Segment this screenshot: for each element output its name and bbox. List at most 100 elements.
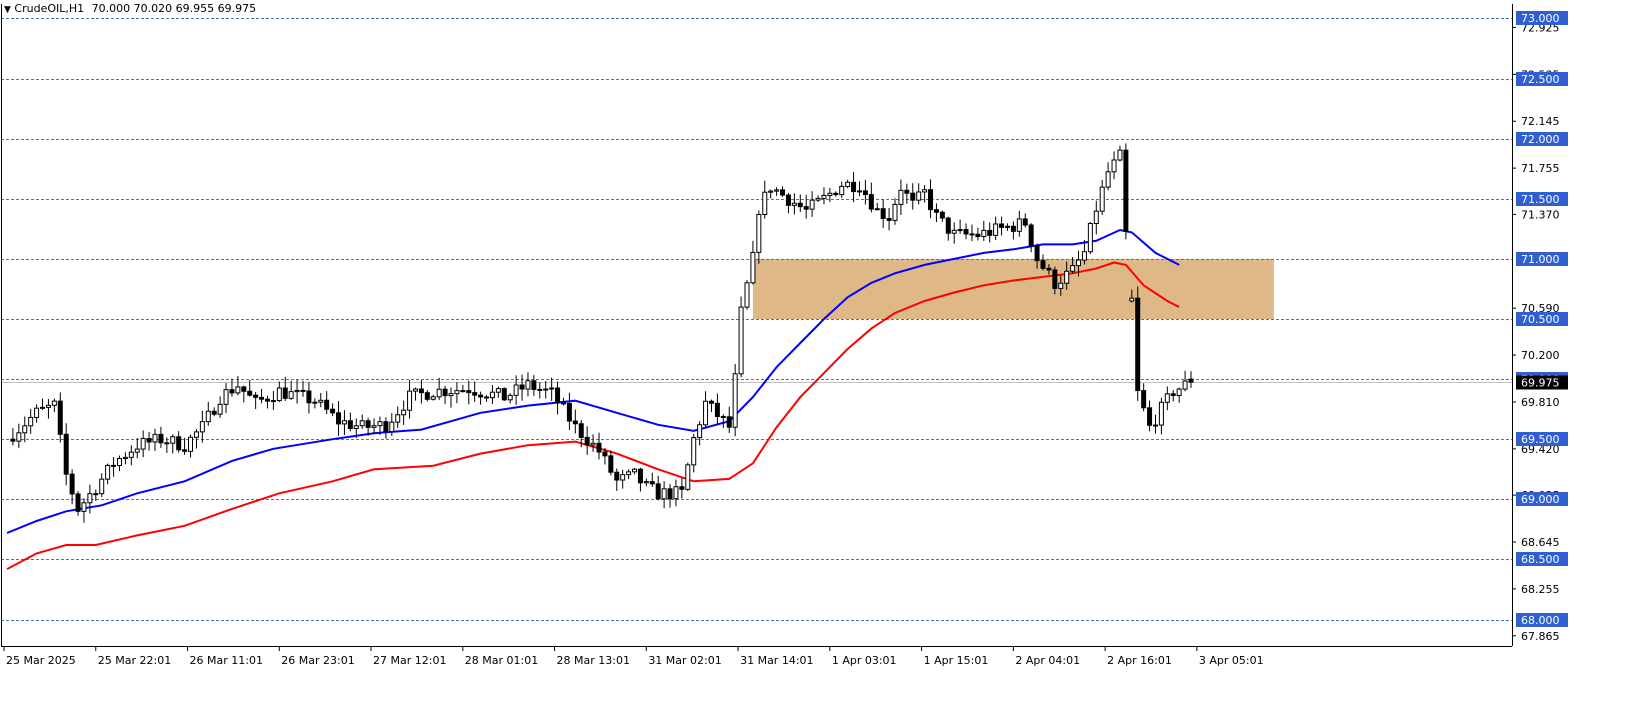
bullish-candle [815,197,821,201]
level-price-label: 69.500 [1521,433,1560,446]
bullish-candle [105,464,111,480]
bearish-candle [928,189,934,211]
bullish-candle [288,391,294,399]
bullish-candle [389,421,395,433]
bullish-candle [821,194,827,199]
bearish-candle [1046,267,1052,271]
bearish-candle [608,455,614,473]
y-tick-label: 68.645 [1521,536,1560,549]
bullish-candle [703,400,709,426]
bullish-candle [454,390,460,395]
bearish-candle [655,483,661,500]
bearish-candle [726,416,732,428]
bullish-candle [525,380,531,390]
bearish-candle [63,433,69,475]
level-price-label: 68.500 [1521,553,1560,566]
bearish-candle [975,233,981,238]
bearish-candle [211,410,217,415]
bearish-candle [75,493,81,512]
bearish-candle [10,438,16,442]
current-price-label: 69.975 [1521,377,1560,390]
x-tick-label: 31 Mar 02:01 [648,654,721,667]
bearish-candle [560,402,566,405]
bullish-candle [1182,380,1188,390]
level-price-label: 71.500 [1521,193,1560,206]
bearish-candle [501,388,507,401]
bullish-candle [1064,270,1070,284]
price-chart[interactable]: 72.92572.53572.14571.75571.37070.59070.2… [0,0,1651,708]
bearish-candle [572,420,578,425]
bullish-candle [359,420,365,427]
bearish-candle [868,194,874,210]
bullish-candle [827,192,833,196]
bearish-candle [69,473,75,495]
bearish-candle [176,436,182,451]
bullish-candle [1105,171,1111,188]
bullish-candle [341,420,347,425]
bullish-candle [205,410,211,423]
bullish-candle [1099,186,1105,212]
bullish-candle [140,437,146,450]
triangle-down-icon[interactable]: ▼ [4,5,11,15]
bullish-candle [1152,424,1158,427]
bullish-candle [460,390,466,393]
bullish-candle [898,189,904,205]
bullish-candle [93,493,99,496]
bullish-candle [839,185,845,196]
bullish-candle [294,389,300,393]
bearish-candle [614,471,620,481]
bullish-candle [51,400,57,406]
bullish-candle [768,190,774,193]
bullish-candle [1004,225,1010,228]
bullish-candle [22,425,28,434]
level-price-label: 68.000 [1521,614,1560,627]
y-tick-label: 71.755 [1521,162,1560,175]
bullish-candle [750,251,756,284]
bearish-candle [708,400,714,404]
bearish-candle [667,488,673,500]
bearish-candle [324,399,330,410]
bullish-candle [217,403,223,415]
bullish-candle [1087,222,1093,253]
bearish-candle [578,423,584,438]
chart-area[interactable]: 72.92572.53572.14571.75571.37070.59070.2… [0,0,1651,708]
bullish-candle [312,401,318,404]
y-tick-label: 71.370 [1521,208,1560,221]
bearish-candle [182,449,188,452]
bearish-candle [300,389,306,392]
bearish-candle [484,396,490,399]
bullish-candle [134,448,140,453]
bullish-candle [1158,401,1164,426]
bullish-candle [507,394,513,401]
bullish-candle [87,493,93,504]
x-tick-label: 25 Mar 22:01 [98,654,171,667]
bullish-candle [1176,388,1182,396]
level-price-label: 69.000 [1521,493,1560,506]
bearish-candle [1040,260,1046,269]
bullish-candle [28,416,34,427]
bullish-candle [874,208,880,211]
bearish-candle [442,388,448,397]
bullish-candle [732,373,738,428]
bullish-candle [193,431,199,438]
bearish-candle [555,387,561,404]
bearish-candle [602,451,608,457]
bullish-candle [809,199,815,210]
bullish-candle [774,189,780,192]
bearish-candle [478,394,484,398]
bearish-candle [241,386,247,392]
support-resistance-zone [752,258,1274,319]
bullish-candle [188,436,194,452]
bearish-candle [637,468,643,484]
x-tick-label: 27 Mar 12:01 [373,654,446,667]
bearish-candle [945,217,951,234]
ohlc-readout: 70.000 70.020 69.955 69.975 [91,2,257,15]
bearish-candle [519,384,525,390]
bullish-candle [661,488,667,500]
bullish-candle [407,390,413,411]
level-price-label: 73.000 [1521,12,1560,25]
bullish-candle [353,425,359,430]
bullish-candle [981,229,987,238]
bearish-candle [780,189,786,196]
bullish-candle [590,442,596,446]
